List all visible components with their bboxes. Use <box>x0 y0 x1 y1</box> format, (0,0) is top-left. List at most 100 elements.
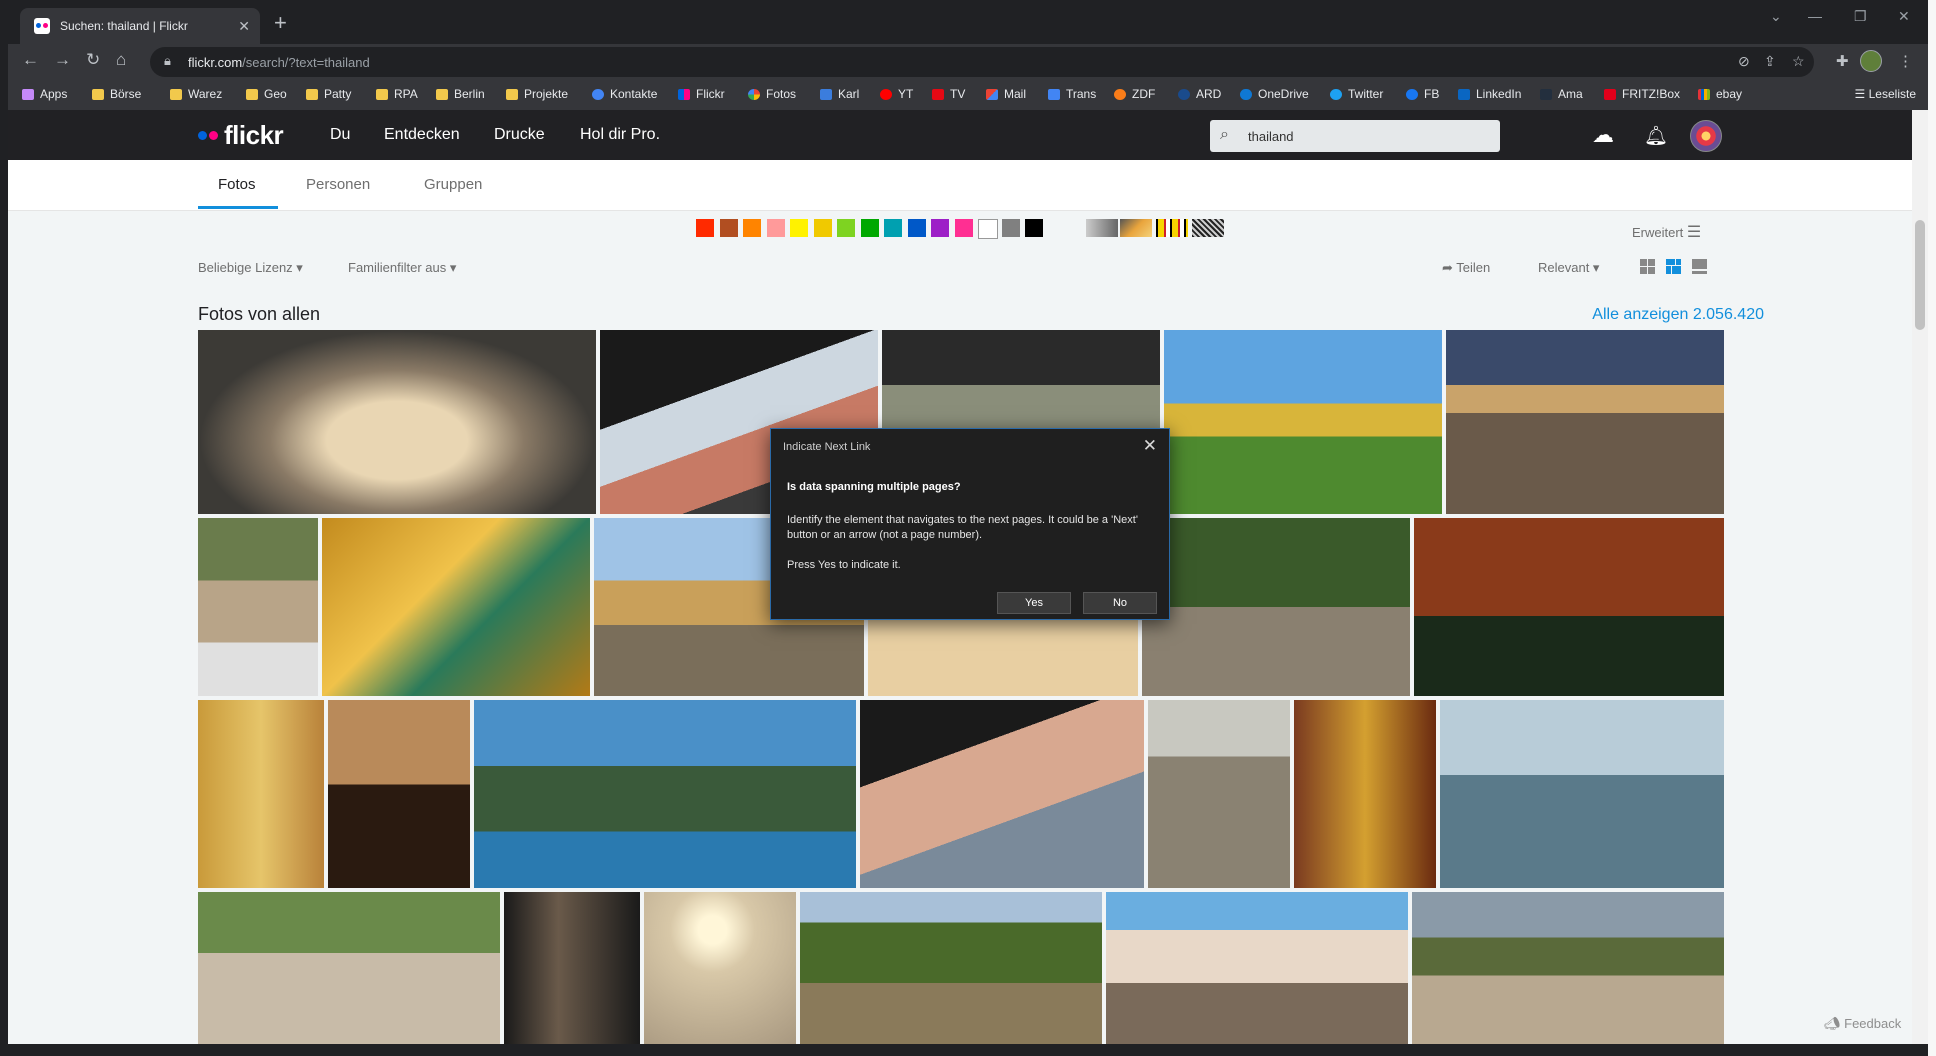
swatch-minimalist[interactable] <box>1156 219 1188 237</box>
dialog-close-icon[interactable]: ✕ <box>1143 436 1157 456</box>
yes-button[interactable]: Yes <box>997 592 1071 614</box>
bookmark-star-icon[interactable]: ☆ <box>1792 53 1805 70</box>
extensions-icon[interactable]: ✚ <box>1836 52 1849 70</box>
profile-avatar[interactable] <box>1860 50 1882 72</box>
bookmark-ama[interactable]: Ama <box>1540 87 1583 101</box>
photo-tile[interactable] <box>322 518 590 696</box>
photo-tile[interactable] <box>1142 518 1410 696</box>
share-button[interactable]: ➦ Teilen <box>1442 260 1490 276</box>
photo-tile[interactable] <box>1106 892 1408 1044</box>
swatch-patterns[interactable] <box>1192 219 1224 237</box>
bookmark-ard[interactable]: ARD <box>1178 87 1221 101</box>
new-tab-button[interactable]: + <box>274 10 287 36</box>
color-swatch[interactable] <box>931 219 949 237</box>
bookmark-geo[interactable]: Geo <box>246 87 287 101</box>
bookmark-linkedin[interactable]: LinkedIn <box>1458 87 1521 101</box>
photo-tile[interactable] <box>1440 700 1724 888</box>
share-page-icon[interactable]: ⇪ <box>1764 53 1776 70</box>
bookmark-projekte[interactable]: Projekte <box>506 87 568 101</box>
window-close-icon[interactable]: ✕ <box>1898 8 1910 25</box>
photo-tile[interactable] <box>800 892 1102 1044</box>
tab-gruppen[interactable]: Gruppen <box>424 176 482 193</box>
color-swatch[interactable] <box>837 219 855 237</box>
notifications-bell-icon[interactable]: 🔔︎ <box>1644 124 1668 148</box>
minimize-icon[interactable]: — <box>1808 8 1822 24</box>
photo-tile[interactable] <box>1294 700 1436 888</box>
nav-pro[interactable]: Hol dir Pro. <box>580 126 660 144</box>
scrollbar-thumb[interactable] <box>1915 220 1925 330</box>
bookmark-fritzbox[interactable]: FRITZ!Box <box>1604 87 1680 101</box>
photo-tile[interactable] <box>860 700 1144 888</box>
restore-icon[interactable]: ❐ <box>1854 8 1867 25</box>
color-swatch[interactable] <box>790 219 808 237</box>
license-filter[interactable]: Beliebige Lizenz ▾ <box>198 260 303 276</box>
flickr-logo[interactable]: flickr <box>198 120 284 151</box>
color-swatch[interactable] <box>907 219 926 237</box>
tab-personen[interactable]: Personen <box>306 176 370 193</box>
bookmark-tv[interactable]: TV <box>932 87 965 101</box>
photo-tile[interactable] <box>1446 330 1724 514</box>
photo-tile[interactable] <box>328 700 470 888</box>
color-swatch[interactable] <box>954 219 973 237</box>
photo-tile[interactable] <box>504 892 640 1044</box>
color-swatch[interactable] <box>860 219 879 237</box>
tab-fotos[interactable]: Fotos <box>218 176 256 193</box>
user-avatar[interactable] <box>1690 120 1722 152</box>
sort-dropdown[interactable]: Relevant ▾ <box>1538 260 1599 276</box>
bookmark-apps[interactable]: Apps <box>22 87 67 101</box>
page-scrollbar[interactable] <box>1912 110 1928 1056</box>
photo-tile[interactable] <box>1414 518 1724 696</box>
bookmark-yt[interactable]: YT <box>880 87 913 101</box>
tab-close-icon[interactable]: ✕ <box>238 18 250 35</box>
bookmark-ebay[interactable]: ebay <box>1698 87 1742 101</box>
color-swatch[interactable] <box>1025 219 1043 237</box>
photo-tile[interactable] <box>198 518 318 696</box>
bookmark-onedrive[interactable]: OneDrive <box>1240 87 1309 101</box>
photo-tile[interactable] <box>198 330 596 514</box>
bookmark-flickr[interactable]: Flickr <box>678 87 725 101</box>
color-swatch[interactable] <box>813 219 832 237</box>
swatch-grayscale[interactable] <box>1086 219 1118 237</box>
color-swatch[interactable] <box>1001 219 1020 237</box>
bookmark-rpa[interactable]: RPA <box>376 87 418 101</box>
upload-cloud-icon[interactable]: ☁ <box>1592 122 1614 148</box>
color-swatch[interactable] <box>743 219 761 237</box>
photo-tile[interactable] <box>1148 700 1290 888</box>
nav-drucke[interactable]: Drucke <box>494 126 545 144</box>
grid-view-icon[interactable] <box>1640 259 1655 274</box>
bookmark-kontakte[interactable]: Kontakte <box>592 87 657 101</box>
menu-icon[interactable]: ⋮ <box>1898 52 1913 70</box>
justified-view-icon[interactable] <box>1666 259 1681 274</box>
bookmark-mail[interactable]: Mail <box>986 87 1026 101</box>
bookmark-berlin[interactable]: Berlin <box>436 87 485 101</box>
photo-tile[interactable] <box>644 892 796 1044</box>
bookmark-trans[interactable]: Trans <box>1048 87 1096 101</box>
eye-off-icon[interactable]: ⊘ <box>1738 53 1750 70</box>
color-swatch[interactable] <box>696 219 714 237</box>
bookmark-patty[interactable]: Patty <box>306 87 351 101</box>
home-icon[interactable]: ⌂ <box>116 50 126 70</box>
bookmark-fb[interactable]: FB <box>1406 87 1439 101</box>
color-swatch[interactable] <box>766 219 785 237</box>
reading-list[interactable]: ☰ Leseliste <box>1855 87 1916 101</box>
nav-du[interactable]: Du <box>330 126 350 144</box>
nav-entdecken[interactable]: Entdecken <box>384 126 460 144</box>
bookmark-fotos[interactable]: Fotos <box>748 87 796 101</box>
bookmark-twitter[interactable]: Twitter <box>1330 87 1383 101</box>
browser-tab[interactable]: Suchen: thailand | Flickr ✕ <box>20 8 260 44</box>
feedback-button[interactable]: 📣︎ Feedback <box>1824 1016 1901 1032</box>
bookmark-boerse[interactable]: Börse <box>92 87 141 101</box>
photo-tile[interactable] <box>198 892 500 1044</box>
color-swatch[interactable] <box>719 219 738 237</box>
reload-icon[interactable]: ↻ <box>86 50 100 70</box>
bookmark-warez[interactable]: Warez <box>170 87 222 101</box>
tab-search-icon[interactable]: ⌄ <box>1770 8 1782 25</box>
photo-tile[interactable] <box>198 700 324 888</box>
forward-icon[interactable]: → <box>54 50 71 70</box>
color-swatch[interactable] <box>978 219 998 239</box>
no-button[interactable]: No <box>1083 592 1157 614</box>
photo-tile[interactable] <box>474 700 856 888</box>
family-filter[interactable]: Familienfilter aus ▾ <box>348 260 456 276</box>
photo-tile[interactable] <box>1164 330 1442 514</box>
color-swatch[interactable] <box>884 219 902 237</box>
